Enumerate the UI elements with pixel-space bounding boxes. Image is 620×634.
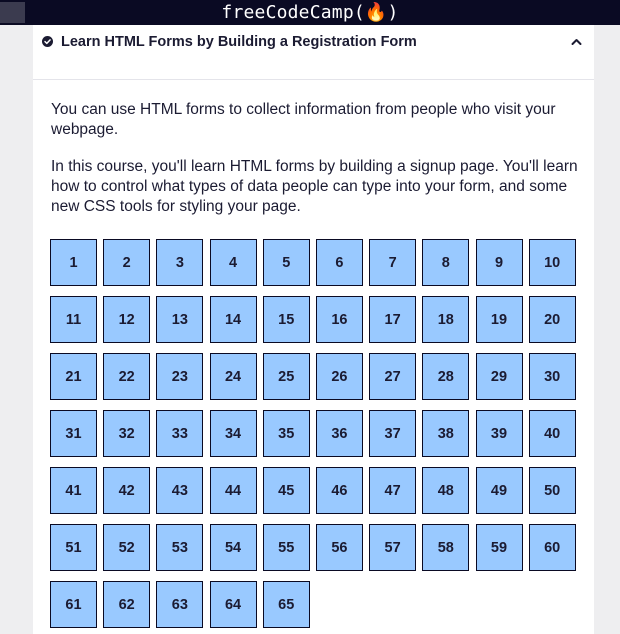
step-button[interactable]: 44 bbox=[209, 467, 257, 514]
challenge-block: Learn HTML Forms by Building a Registrat… bbox=[33, 25, 594, 634]
step-button[interactable]: 33 bbox=[156, 410, 204, 457]
step-button[interactable]: 19 bbox=[475, 296, 523, 343]
chevron-up-icon[interactable] bbox=[571, 37, 582, 46]
step-grid: 1 2 3 4 5 6 7 8 9 10 11 12 13 14 15 16 17 18 19 20 21 22 23 24 2… bbox=[50, 239, 580, 628]
step-button[interactable]: 55 bbox=[262, 524, 310, 571]
step-button[interactable]: 41 bbox=[50, 467, 97, 514]
step-button[interactable]: 40 bbox=[528, 410, 576, 457]
step-button[interactable]: 47 bbox=[369, 467, 417, 514]
step-button[interactable]: 6 bbox=[315, 239, 363, 286]
step-button[interactable]: 16 bbox=[315, 296, 363, 343]
step-button[interactable]: 11 bbox=[50, 296, 97, 343]
step-button[interactable]: 23 bbox=[156, 353, 204, 400]
top-navbar: freeCodeCamp(🔥) bbox=[0, 0, 620, 25]
step-button[interactable]: 62 bbox=[103, 581, 151, 628]
step-button[interactable]: 57 bbox=[369, 524, 417, 571]
step-button[interactable]: 20 bbox=[528, 296, 576, 343]
block-description-details: In this course, you'll learn HTML forms … bbox=[51, 158, 578, 215]
step-button[interactable]: 59 bbox=[475, 524, 523, 571]
step-button[interactable]: 17 bbox=[369, 296, 417, 343]
step-button[interactable]: 25 bbox=[262, 353, 310, 400]
step-button[interactable]: 22 bbox=[103, 353, 151, 400]
step-button[interactable]: 7 bbox=[369, 239, 417, 286]
step-button[interactable]: 64 bbox=[209, 581, 257, 628]
step-button[interactable]: 65 bbox=[262, 581, 310, 628]
step-button[interactable]: 49 bbox=[475, 467, 523, 514]
step-button[interactable]: 13 bbox=[156, 296, 204, 343]
step-button[interactable]: 61 bbox=[50, 581, 97, 628]
step-button[interactable]: 35 bbox=[262, 410, 310, 457]
step-button[interactable]: 1 bbox=[50, 239, 97, 286]
step-button[interactable]: 21 bbox=[50, 353, 97, 400]
step-button[interactable]: 8 bbox=[422, 239, 470, 286]
block-header[interactable]: Learn HTML Forms by Building a Registrat… bbox=[33, 25, 594, 80]
step-button[interactable]: 14 bbox=[209, 296, 257, 343]
step-button[interactable]: 27 bbox=[369, 353, 417, 400]
step-button[interactable]: 26 bbox=[315, 353, 363, 400]
step-button[interactable]: 32 bbox=[103, 410, 151, 457]
check-circle-icon bbox=[42, 36, 53, 47]
step-button[interactable]: 50 bbox=[528, 467, 576, 514]
step-button[interactable]: 42 bbox=[103, 467, 151, 514]
step-button[interactable]: 52 bbox=[103, 524, 151, 571]
step-button[interactable]: 36 bbox=[315, 410, 363, 457]
step-button[interactable]: 60 bbox=[528, 524, 576, 571]
step-button[interactable]: 39 bbox=[475, 410, 523, 457]
step-button[interactable]: 38 bbox=[422, 410, 470, 457]
step-button[interactable]: 3 bbox=[156, 239, 204, 286]
step-button[interactable]: 51 bbox=[50, 524, 97, 571]
brand-logo[interactable]: freeCodeCamp(🔥) bbox=[0, 0, 620, 25]
step-button[interactable]: 29 bbox=[475, 353, 523, 400]
step-button[interactable]: 43 bbox=[156, 467, 204, 514]
step-button[interactable]: 37 bbox=[369, 410, 417, 457]
step-button[interactable]: 15 bbox=[262, 296, 310, 343]
step-button[interactable]: 34 bbox=[209, 410, 257, 457]
step-button[interactable]: 10 bbox=[528, 239, 576, 286]
step-button[interactable]: 31 bbox=[50, 410, 97, 457]
step-button[interactable]: 12 bbox=[103, 296, 151, 343]
step-button[interactable]: 18 bbox=[422, 296, 470, 343]
step-button[interactable]: 63 bbox=[156, 581, 204, 628]
step-button[interactable]: 5 bbox=[262, 239, 310, 286]
step-button[interactable]: 54 bbox=[209, 524, 257, 571]
step-button[interactable]: 9 bbox=[475, 239, 523, 286]
step-button[interactable]: 4 bbox=[209, 239, 257, 286]
step-button[interactable]: 56 bbox=[315, 524, 363, 571]
step-button[interactable]: 45 bbox=[262, 467, 310, 514]
block-title: Learn HTML Forms by Building a Registrat… bbox=[61, 34, 417, 50]
step-button[interactable]: 58 bbox=[422, 524, 470, 571]
step-button[interactable]: 2 bbox=[103, 239, 151, 286]
step-button[interactable]: 48 bbox=[422, 467, 470, 514]
step-button[interactable]: 30 bbox=[528, 353, 576, 400]
step-button[interactable]: 24 bbox=[209, 353, 257, 400]
step-button[interactable]: 53 bbox=[156, 524, 204, 571]
step-button[interactable]: 28 bbox=[422, 353, 470, 400]
step-button[interactable]: 46 bbox=[315, 467, 363, 514]
block-description-intro: You can use HTML forms to collect inform… bbox=[51, 101, 556, 138]
